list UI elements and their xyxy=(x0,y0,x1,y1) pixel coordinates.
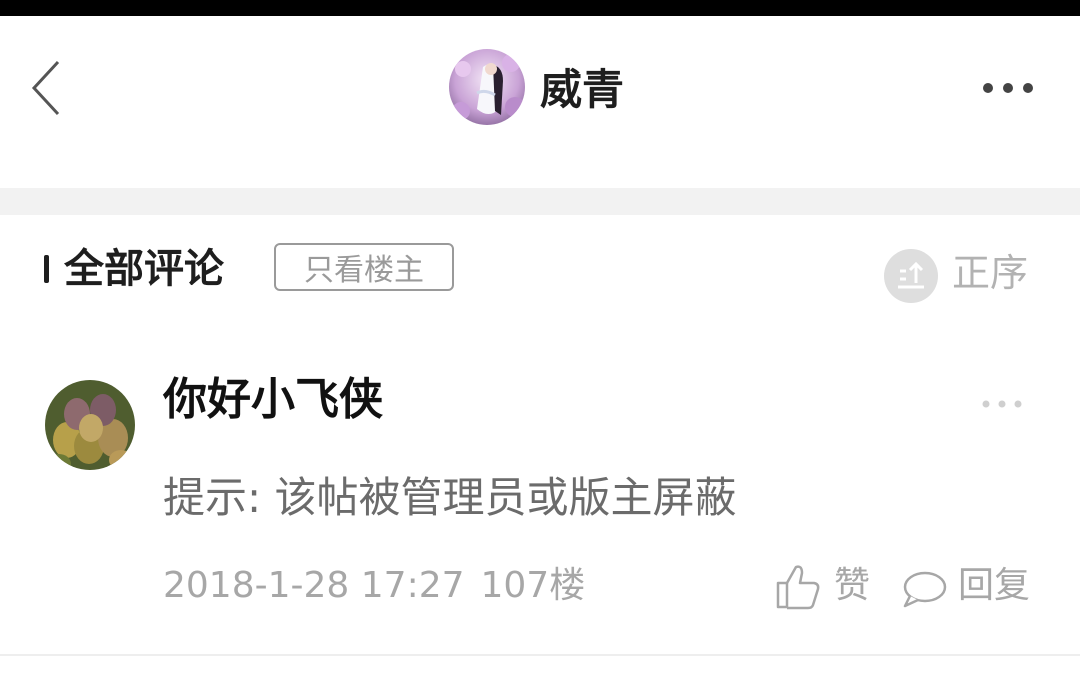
comment-floor: 107楼 xyxy=(480,565,586,606)
only-host-button[interactable]: 只看楼主 xyxy=(274,243,454,291)
like-label: 赞 xyxy=(834,565,871,606)
status-bar xyxy=(0,0,1080,16)
reply-button[interactable]: 回复 xyxy=(900,561,1040,613)
sort-ascending-icon xyxy=(884,249,938,303)
back-button[interactable] xyxy=(26,56,66,120)
section-accent-bar xyxy=(44,255,49,283)
comment-meta: 2018-1-28 17:27 107楼 xyxy=(163,563,585,609)
comment-separator xyxy=(0,654,1080,656)
comment-username[interactable]: 你好小飞侠 xyxy=(163,371,383,429)
like-button[interactable]: 赞 xyxy=(774,561,884,613)
sort-label: 正序 xyxy=(952,251,1029,295)
comment-date: 2018-1-28 17:27 xyxy=(163,565,465,606)
comment-more-button[interactable] xyxy=(980,395,1024,413)
speech-bubble-icon xyxy=(903,571,947,608)
more-horizontal-icon xyxy=(982,400,1022,408)
commenter-avatar[interactable] xyxy=(45,380,135,470)
page-title: 威青 xyxy=(540,65,625,114)
reply-label: 回复 xyxy=(958,565,1031,606)
more-options-button[interactable] xyxy=(978,76,1038,100)
top-header: 威青 xyxy=(0,16,1080,188)
all-comments-heading: 全部评论 xyxy=(64,246,224,292)
more-horizontal-icon xyxy=(983,83,1033,93)
section-divider xyxy=(0,188,1080,215)
sort-order-button[interactable]: 正序 xyxy=(884,246,1044,303)
chevron-left-icon xyxy=(31,60,60,116)
comment-text: 提示: 该帖被管理员或版主屏蔽 xyxy=(163,473,737,522)
thumbs-up-icon xyxy=(776,565,820,610)
forum-avatar[interactable] xyxy=(449,49,525,125)
